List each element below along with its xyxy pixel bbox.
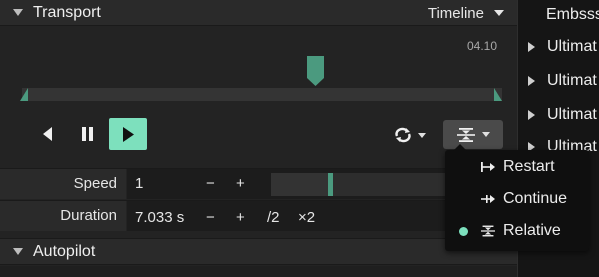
menu-item-label: Relative [503, 222, 561, 239]
range-end-handle[interactable] [494, 88, 502, 101]
menu-item-restart[interactable]: Restart [445, 151, 589, 183]
speed-slider-handle[interactable] [328, 173, 333, 196]
view-select[interactable]: Timeline [428, 0, 504, 26]
time-readout: 04.10 [467, 39, 498, 53]
duration-double-button[interactable]: ×2 [298, 203, 315, 233]
speed-decrease-button[interactable]: − [206, 169, 215, 199]
transport-panel: Transport Timeline 04.10 Speed 1 − + Dur… [0, 0, 518, 277]
menu-item-relative[interactable]: Relative [445, 215, 589, 247]
restart-icon [481, 162, 495, 172]
right-panel-item[interactable]: Ultimat [518, 34, 597, 60]
chevron-down-icon [481, 132, 490, 137]
duration-label: Duration [0, 201, 126, 231]
duration-halve-button[interactable]: /2 [267, 203, 280, 233]
right-panel-item-label: Ultimat [547, 38, 597, 55]
step-back-button[interactable] [33, 119, 63, 149]
right-panel-item[interactable]: Ultimat [518, 102, 597, 128]
right-panel-item[interactable]: Embsss [546, 2, 599, 28]
relative-icon [481, 225, 495, 237]
menu-item-continue[interactable]: Continue [445, 183, 589, 215]
autopilot-title: Autopilot [33, 242, 96, 260]
speed-slider-fill [271, 173, 328, 196]
speed-value[interactable]: 1 [135, 169, 143, 199]
speed-increase-button[interactable]: + [236, 169, 245, 199]
view-select-label: Timeline [427, 4, 484, 22]
expand-triangle-icon[interactable] [528, 110, 535, 120]
duration-value[interactable]: 7.033 s [135, 203, 184, 233]
expand-triangle-icon[interactable] [528, 42, 535, 52]
right-panel-item-label: Ultimat [547, 72, 597, 89]
transport-header[interactable]: Transport Timeline [0, 0, 518, 26]
step-back-icon [43, 127, 52, 141]
pause-icon [81, 127, 93, 141]
duration-decrease-button[interactable]: − [206, 203, 215, 233]
chevron-down-icon [494, 10, 504, 16]
autopilot-body [0, 266, 518, 277]
playhead-handle[interactable] [307, 56, 324, 86]
relative-icon [456, 127, 475, 142]
range-start-handle[interactable] [20, 88, 28, 101]
collapse-triangle-icon[interactable] [13, 248, 23, 255]
playback-mode-menu: Restart Continue Relative [445, 144, 589, 251]
expand-triangle-icon[interactable] [528, 76, 535, 86]
transport-title: Transport [33, 3, 101, 21]
loop-mode-button[interactable] [394, 121, 426, 149]
menu-item-label: Restart [503, 158, 555, 175]
continue-icon [481, 195, 495, 203]
play-icon [122, 126, 134, 142]
menu-pointer [453, 144, 467, 151]
loop-icon [395, 127, 411, 143]
timeline-track[interactable] [22, 88, 502, 101]
play-button[interactable] [109, 118, 147, 150]
right-panel-item-label: Ultimat [547, 106, 597, 123]
chevron-down-icon [418, 132, 426, 138]
playback-mode-button[interactable] [443, 120, 503, 149]
pause-button[interactable] [72, 119, 102, 149]
selected-indicator [459, 226, 468, 236]
speed-label: Speed [0, 169, 126, 199]
duration-increase-button[interactable]: + [236, 203, 245, 233]
collapse-triangle-icon[interactable] [13, 9, 23, 16]
right-panel-item[interactable]: Ultimat [518, 68, 597, 94]
autopilot-header[interactable]: Autopilot [0, 238, 518, 265]
menu-item-label: Continue [503, 190, 568, 207]
